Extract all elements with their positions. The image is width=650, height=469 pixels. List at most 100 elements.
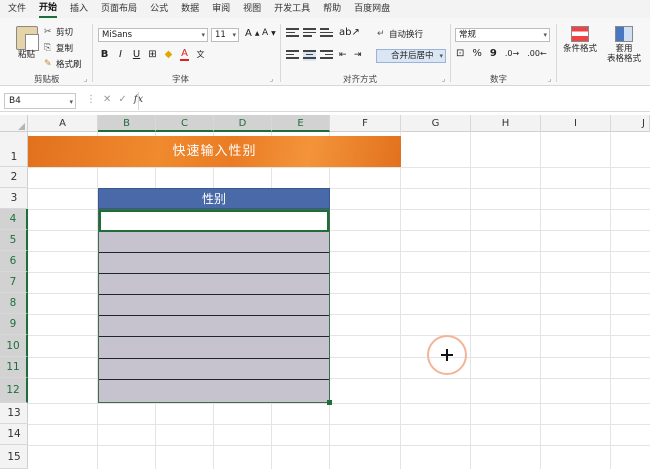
row-header-9[interactable]: 9 xyxy=(0,314,28,335)
align-bottom-icon[interactable] xyxy=(320,28,333,39)
align-right-icon[interactable] xyxy=(320,50,333,61)
row-header-5[interactable]: 5 xyxy=(0,230,28,251)
column-header-a[interactable]: A xyxy=(28,115,98,132)
column-header-h[interactable]: H xyxy=(471,115,541,132)
align-left-icon[interactable] xyxy=(286,50,299,61)
table-row[interactable] xyxy=(99,359,329,380)
increase-decimal-icon[interactable]: .0→ xyxy=(505,49,519,58)
row-header-2[interactable]: 2 xyxy=(0,167,28,188)
align-top-icon[interactable] xyxy=(286,28,299,39)
format-as-table-button[interactable]: 套用 表格格式 xyxy=(601,26,647,64)
banner-title[interactable]: 快速输入性别 xyxy=(28,136,401,167)
decrease-font-button[interactable]: A ▼ xyxy=(262,28,276,38)
row-header-4[interactable]: 4 xyxy=(0,209,28,230)
divider xyxy=(450,24,451,82)
column-header-d[interactable]: D xyxy=(214,115,272,132)
row-header-7[interactable]: 7 xyxy=(0,272,28,293)
tab-page-layout[interactable]: 页面布局 xyxy=(101,0,137,18)
align-center-icon[interactable] xyxy=(303,50,316,61)
tab-home[interactable]: 开始 xyxy=(39,1,58,18)
formula-icons: ⋮ ✕ ✓ fx xyxy=(86,94,143,105)
conditional-format-button[interactable]: 条件格式 xyxy=(561,26,599,54)
column-header-c[interactable]: C xyxy=(156,115,214,132)
table-row[interactable] xyxy=(99,295,329,316)
column-header-g[interactable]: G xyxy=(401,115,471,132)
table-row[interactable] xyxy=(99,253,329,274)
row-header-14[interactable]: 14 xyxy=(0,424,28,445)
active-cell-b4[interactable] xyxy=(99,210,329,232)
tab-review[interactable]: 审阅 xyxy=(212,0,230,18)
tab-developer[interactable]: 开发工具 xyxy=(274,0,310,18)
column-header-i[interactable]: I xyxy=(541,115,611,132)
row-header-15[interactable]: 15 xyxy=(0,445,28,469)
row-header-8[interactable]: 8 xyxy=(0,293,28,314)
gender-column-range[interactable] xyxy=(98,209,330,403)
indent-increase-icon[interactable]: ⇥ xyxy=(354,50,362,60)
font-color-icon[interactable]: A xyxy=(180,48,189,61)
gender-header-cell[interactable]: 性别 xyxy=(98,188,330,209)
tab-file[interactable]: 文件 xyxy=(8,0,26,18)
underline-button[interactable]: U xyxy=(132,49,141,60)
wrap-text-button[interactable]: ↵ 自动换行 xyxy=(377,28,423,40)
italic-button[interactable]: I xyxy=(116,49,125,60)
row-header-13[interactable]: 13 xyxy=(0,403,28,424)
table-row[interactable] xyxy=(99,274,329,295)
tab-baidu-netdisk[interactable]: 百度网盘 xyxy=(354,0,390,18)
border-icon[interactable]: ⊞ xyxy=(148,49,157,60)
table-row[interactable] xyxy=(99,232,329,253)
tab-help[interactable]: 帮助 xyxy=(323,0,341,18)
enter-icon[interactable]: ✓ xyxy=(118,94,126,105)
copy-button[interactable]: ⎘ 复制 xyxy=(44,42,73,54)
row-header-10[interactable]: 10 xyxy=(0,335,28,357)
fill-color-icon[interactable]: ◆ xyxy=(164,49,173,60)
table-row[interactable] xyxy=(99,337,329,359)
gridline xyxy=(540,132,541,469)
orientation-icon[interactable]: ab↗ xyxy=(339,27,360,38)
bold-button[interactable]: B xyxy=(100,49,109,60)
column-header-f[interactable]: F xyxy=(330,115,401,132)
indent-decrease-icon[interactable]: ⇤ xyxy=(339,50,347,60)
name-box[interactable]: B4 ▾ xyxy=(4,93,76,109)
column-header-b[interactable]: B xyxy=(98,115,156,132)
merge-center-button[interactable]: 合并后居中 ▾ xyxy=(376,49,446,63)
column-header-j[interactable]: J xyxy=(611,115,650,132)
clipboard-launcher-icon[interactable]: ⌟ xyxy=(84,75,87,83)
formula-input[interactable] xyxy=(138,92,650,110)
tab-view[interactable]: 视图 xyxy=(243,0,261,18)
font-group-label: 字体 xyxy=(172,75,190,85)
tab-formulas[interactable]: 公式 xyxy=(150,0,168,18)
phonetic-icon[interactable]: 文 xyxy=(196,49,205,60)
gridline xyxy=(28,403,650,404)
tab-data[interactable]: 数据 xyxy=(181,0,199,18)
row-header-11[interactable]: 11 xyxy=(0,357,28,378)
row-header-6[interactable]: 6 xyxy=(0,251,28,272)
alignment-launcher-icon[interactable]: ⌟ xyxy=(442,75,445,83)
number-group-label: 数字 xyxy=(490,75,508,85)
worksheet-grid[interactable]: 快速输入性别 性别 xyxy=(28,132,650,469)
decrease-decimal-icon[interactable]: .00← xyxy=(527,49,546,58)
number-format-select[interactable]: 常规 ▾ xyxy=(455,28,550,42)
cut-button[interactable]: ✂ 剪切 xyxy=(44,26,73,38)
row-headers: 1 2 3 4 5 6 7 8 9 10 11 12 13 14 15 xyxy=(0,132,28,469)
table-row[interactable] xyxy=(99,380,329,402)
select-all-button[interactable] xyxy=(0,115,28,132)
row-header-3[interactable]: 3 xyxy=(0,188,28,209)
fill-handle[interactable] xyxy=(327,400,332,405)
font-size-select[interactable]: 11 ▾ xyxy=(211,28,239,42)
divider xyxy=(92,24,93,82)
row-header-1[interactable]: 1 xyxy=(0,132,28,167)
increase-font-button[interactable]: A ▲ xyxy=(245,28,259,39)
format-painter-button[interactable]: ✎ 格式刷 xyxy=(44,58,82,70)
percent-button[interactable]: % xyxy=(472,48,482,59)
row-header-12[interactable]: 12 xyxy=(0,378,28,403)
cancel-icon[interactable]: ✕ xyxy=(103,94,111,105)
currency-icon[interactable]: ⊡ xyxy=(456,48,464,59)
table-row[interactable] xyxy=(99,316,329,337)
column-header-e[interactable]: E xyxy=(272,115,330,132)
font-launcher-icon[interactable]: ⌟ xyxy=(270,75,273,83)
align-middle-icon[interactable] xyxy=(303,28,316,39)
font-name-select[interactable]: MiSans ▾ xyxy=(98,28,208,42)
comma-button[interactable]: 9 xyxy=(490,48,497,59)
number-launcher-icon[interactable]: ⌟ xyxy=(548,75,551,83)
tab-insert[interactable]: 插入 xyxy=(70,0,88,18)
